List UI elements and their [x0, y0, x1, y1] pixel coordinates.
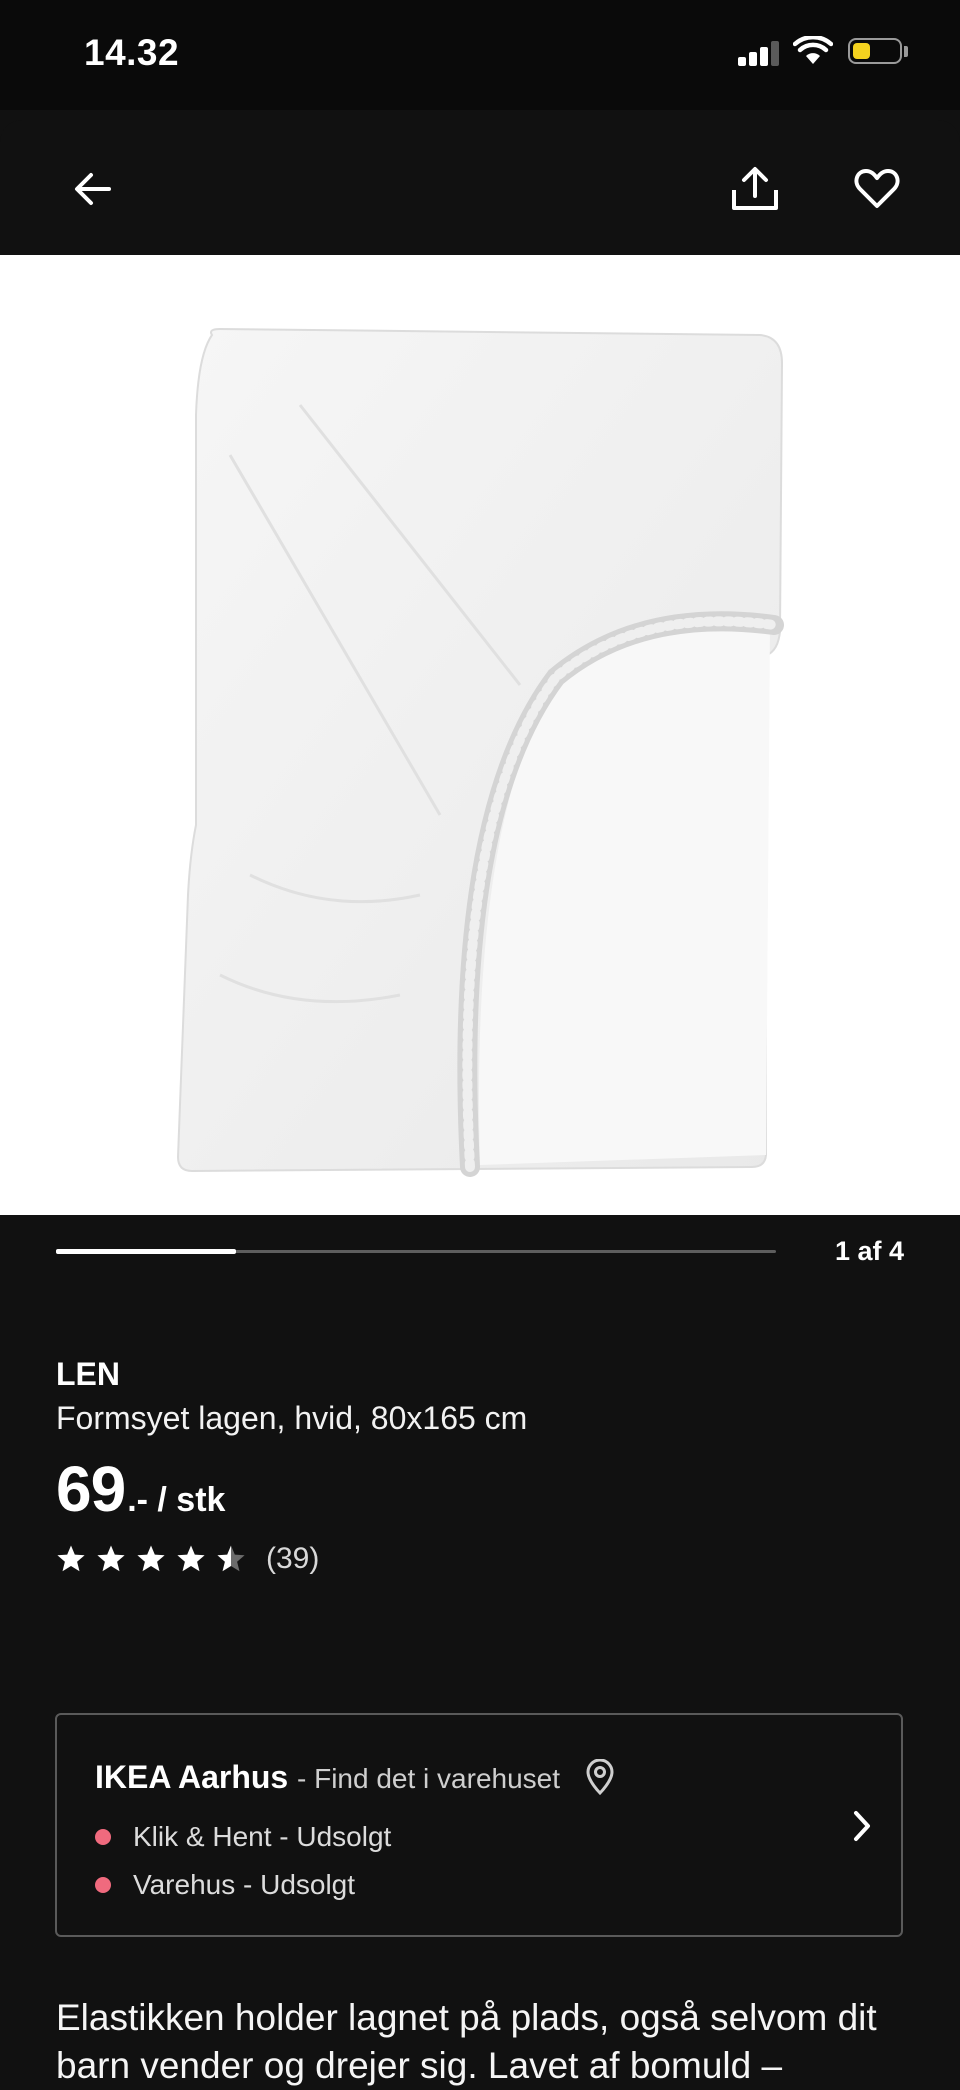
product-name: LEN	[56, 1356, 120, 1392]
product-description: Formsyet lagen, hvid, 80x165 cm	[56, 1400, 528, 1436]
product-price: 69 .- / stk	[56, 1452, 225, 1526]
status-time: 14.32	[84, 32, 180, 73]
star-icon	[217, 1545, 245, 1572]
heart-icon	[854, 169, 900, 208]
product-image	[176, 327, 784, 1177]
rating-count: (39)	[266, 1542, 320, 1575]
carousel-progress-bar	[56, 1249, 776, 1254]
store-name: IKEA Aarhus	[95, 1759, 289, 1795]
status-dot-icon	[95, 1829, 111, 1845]
availability-label: Klik & Hent - Udsolgt	[133, 1821, 392, 1852]
share-button[interactable]	[720, 154, 790, 224]
price-integer: 69	[56, 1453, 126, 1525]
wifi-icon	[793, 36, 833, 64]
star-icon	[177, 1545, 205, 1572]
back-button[interactable]	[58, 154, 128, 224]
product-long-description: Elastikken holder lagnet på plads, også …	[56, 1997, 877, 2086]
location-pin-icon	[586, 1759, 614, 1795]
availability-store: Varehus - Udsolgt	[95, 1869, 355, 1901]
availability-click-collect: Klik & Hent - Udsolgt	[95, 1821, 391, 1853]
store-subtitle: - Find det i varehuset	[297, 1763, 561, 1794]
status-dot-icon	[95, 1877, 111, 1893]
star-icon	[97, 1545, 125, 1572]
availability-label: Varehus - Udsolgt	[133, 1869, 356, 1900]
battery-tip	[904, 46, 908, 57]
battery-level	[853, 43, 870, 59]
share-icon	[732, 167, 778, 210]
product-image-carousel[interactable]	[0, 255, 960, 1215]
arrow-left-icon	[75, 173, 111, 205]
status-bar: 14.32	[0, 0, 960, 110]
favorite-button[interactable]	[842, 154, 912, 224]
chevron-right-icon	[854, 1811, 870, 1841]
top-navigation-bar	[0, 120, 960, 255]
battery-icon	[848, 38, 902, 64]
product-rating[interactable]: (39)	[56, 1542, 319, 1576]
star-icon	[137, 1545, 165, 1572]
carousel-progress-fill	[56, 1249, 236, 1254]
store-availability-card[interactable]: IKEA Aarhus - Find det i varehuset Klik …	[55, 1713, 903, 1937]
cellular-signal-icon	[738, 40, 782, 66]
image-page-indicator: 1 af 4	[834, 1236, 904, 1266]
star-icon	[57, 1545, 85, 1572]
price-suffix: .- / stk	[127, 1481, 226, 1519]
